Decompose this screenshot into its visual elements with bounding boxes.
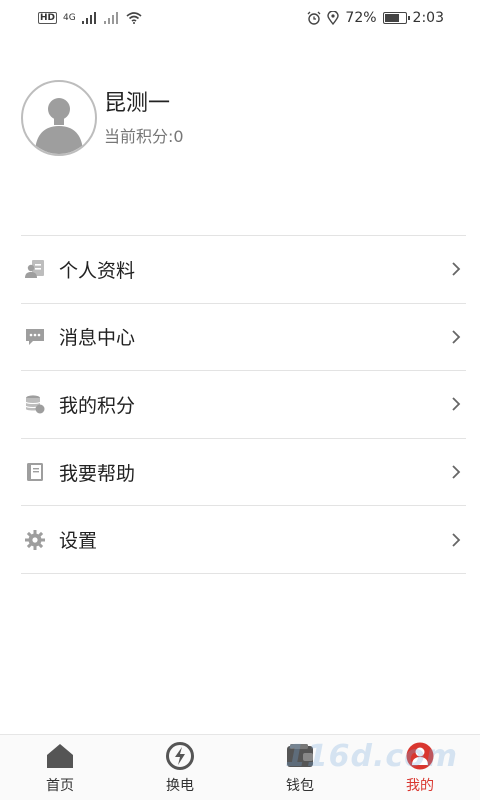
default-avatar-icon — [35, 98, 83, 154]
wifi-icon — [126, 12, 142, 24]
gear-icon — [23, 528, 47, 552]
nav-label-battery-swap: 换电 — [166, 777, 194, 794]
nav-item-home[interactable]: 首页 — [0, 735, 120, 800]
battery-swap-icon — [165, 741, 195, 771]
battery-percent: 72% — [345, 10, 377, 26]
wallet-icon — [285, 741, 315, 771]
nav-label-me: 我的 — [406, 777, 434, 794]
menu-item-settings[interactable]: 设置 — [21, 506, 466, 574]
nav-item-wallet[interactable]: 钱包 — [240, 735, 360, 800]
message-icon — [23, 325, 47, 349]
book-icon — [23, 460, 47, 484]
chevron-right-icon — [452, 262, 461, 276]
menu-item-messages[interactable]: 消息中心 — [21, 304, 466, 372]
status-bar-right: 72% 2:03 — [307, 10, 444, 26]
nav-label-home: 首页 — [46, 777, 74, 794]
menu-label-help: 我要帮助 — [59, 462, 136, 485]
chevron-right-icon — [452, 533, 461, 547]
chevron-right-icon — [452, 465, 461, 479]
user-icon — [405, 741, 435, 771]
profile-card-icon — [23, 257, 47, 281]
menu-list: 个人资料 消息中心 我的积分 我要帮助 设置 — [21, 235, 466, 574]
nav-item-me[interactable]: 我的 — [360, 735, 480, 800]
signal-icon — [81, 12, 96, 24]
menu-item-profile[interactable]: 个人资料 — [21, 236, 466, 304]
menu-item-points[interactable]: 我的积分 — [21, 371, 466, 439]
signal-icon-secondary — [103, 12, 118, 24]
network-type: 4G — [63, 13, 76, 23]
nav-label-wallet: 钱包 — [286, 777, 314, 794]
menu-label-points: 我的积分 — [59, 394, 136, 417]
coins-icon — [23, 392, 47, 416]
avatar[interactable] — [21, 80, 97, 156]
alarm-icon — [307, 11, 321, 25]
chevron-right-icon — [452, 330, 461, 344]
bottom-nav: 首页 换电 钱包 我的 — [0, 734, 480, 800]
user-name: 昆测一 — [104, 91, 171, 116]
chevron-right-icon — [452, 397, 461, 412]
points-balance: 当前积分:0 — [104, 127, 184, 146]
menu-label-profile: 个人资料 — [59, 259, 136, 282]
hd-badge: HD — [38, 12, 58, 24]
my-profile-screen: HD 4G 72% 2:03 昆测一 当前积分:0 个人资料 消息中心 我的积分… — [0, 0, 480, 800]
home-icon — [45, 741, 75, 771]
menu-item-help[interactable]: 我要帮助 — [21, 439, 466, 507]
menu-label-messages: 消息中心 — [59, 327, 136, 350]
status-bar-left: HD 4G — [38, 12, 142, 24]
menu-label-settings: 设置 — [59, 530, 98, 553]
nav-item-battery-swap[interactable]: 换电 — [120, 735, 240, 800]
profile-text: 昆测一 当前积分:0 — [104, 89, 184, 147]
status-bar: HD 4G 72% 2:03 — [0, 0, 480, 36]
clock: 2:03 — [412, 10, 444, 26]
location-icon — [327, 11, 340, 25]
profile-header[interactable]: 昆测一 当前积分:0 — [21, 80, 184, 156]
battery-fill — [384, 14, 399, 22]
battery-icon — [382, 12, 410, 24]
